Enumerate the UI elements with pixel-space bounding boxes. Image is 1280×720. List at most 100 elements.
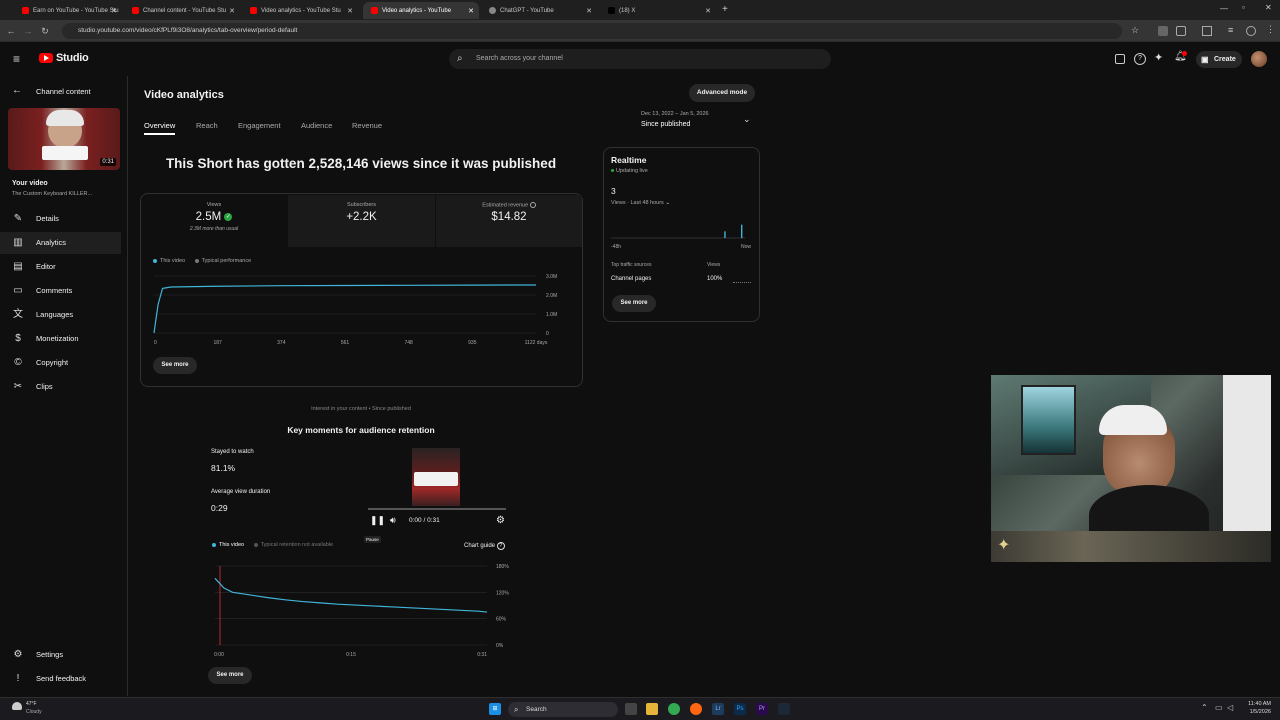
browser-tab[interactable]: Channel content - YouTube Stu ✕ [124, 2, 240, 19]
tab-engagement[interactable]: Engagement [238, 121, 281, 130]
video-thumbnail[interactable]: 0:31 [8, 108, 120, 170]
hamburger-menu-icon[interactable]: ≡ [13, 52, 20, 66]
tray-chevron-up-icon[interactable]: ⌃ [1201, 703, 1208, 712]
tab-overview[interactable]: Overview [144, 121, 175, 130]
help-icon[interactable]: ? [1134, 53, 1146, 65]
weather-condition[interactable]: Cloudy [26, 709, 42, 715]
browser-tab-bar: Earn on YouTube - YouTube Stu ✕ Channel c… [0, 0, 1280, 20]
sidebar-item-analytics[interactable]: ▥ Analytics [0, 232, 121, 254]
see-more-realtime-button[interactable]: See more [612, 295, 656, 312]
maximize-icon[interactable]: ▫ [1242, 3, 1245, 12]
tab-label: Channel content - YouTube Stu [143, 7, 227, 14]
channel-search-input[interactable]: ⌕ Search across your channel [449, 49, 831, 69]
close-tab-icon[interactable]: ✕ [468, 7, 474, 15]
clock-date[interactable]: 1/5/2026 [1241, 709, 1271, 715]
sidebar-item-details[interactable]: ✎ Details [0, 208, 121, 230]
browser-tab[interactable]: Earn on YouTube - YouTube Stu ✕ [14, 2, 122, 19]
create-button[interactable]: ▣ Create [1196, 51, 1242, 68]
reload-icon[interactable]: ↻ [38, 24, 52, 38]
avg-duration-label: Average view duration [211, 489, 271, 495]
see-more-views-button[interactable]: See more [153, 357, 197, 374]
player-progress-bar[interactable] [368, 508, 506, 510]
pause-icon[interactable]: ❚❚ [370, 515, 385, 526]
browser-tab[interactable]: Video analytics - YouTube Stu ✕ [242, 2, 358, 19]
views-metric[interactable]: Views 2.5M ✓ 2.3M more than usual [141, 195, 287, 247]
taskbar-search-box[interactable]: ⌕ Search [508, 702, 618, 717]
weather-cloud-icon[interactable] [12, 702, 22, 710]
metric-value: 2.5M [195, 211, 222, 223]
photoshop-icon[interactable]: Ps [734, 703, 746, 715]
new-tab-icon[interactable]: + [722, 4, 728, 15]
back-arrow-icon[interactable]: ← [12, 85, 22, 96]
short-preview-video[interactable] [412, 448, 460, 506]
browser-tab-active[interactable]: Video analytics - YouTube ✕ [363, 2, 479, 19]
tab-revenue[interactable]: Revenue [352, 121, 382, 130]
volume-icon[interactable]: 🔊︎ [390, 515, 396, 526]
extension-icon[interactable] [1158, 26, 1168, 36]
downloads-icon[interactable]: ≡ [1228, 25, 1233, 35]
player-settings-gear-icon[interactable]: ⚙ [496, 515, 505, 526]
close-tab-icon[interactable]: ✕ [705, 7, 711, 15]
browser-tab[interactable]: ChatGPT - YouTube ✕ [481, 2, 597, 19]
tab-audience[interactable]: Audience [301, 121, 332, 130]
close-window-icon[interactable]: ✕ [1265, 3, 1272, 12]
back-to-channel-content[interactable]: Channel content [36, 87, 91, 96]
close-tab-icon[interactable]: ✕ [111, 7, 117, 15]
tab-label: Earn on YouTube - YouTube Stu [33, 7, 119, 14]
clock-time[interactable]: 11:40 AM [1241, 701, 1271, 707]
volume-icon[interactable]: ◁ [1227, 703, 1233, 712]
studio-logo-text[interactable]: Studio [56, 52, 89, 64]
sidebar-item-languages[interactable]: 文 Languages [0, 304, 121, 326]
address-bar[interactable]: studio.youtube.com/video/cKfPLf9i3O8/ana… [62, 23, 1122, 39]
steam-icon[interactable] [778, 703, 790, 715]
sidebar-item-clips[interactable]: ✂ Clips [0, 376, 121, 398]
taskbar-search-label: Search [526, 706, 547, 713]
back-icon[interactable]: ← [4, 24, 18, 38]
task-view-icon[interactable] [625, 703, 637, 715]
search-icon: ⌕ [457, 53, 463, 64]
minimize-icon[interactable]: — [1220, 4, 1228, 13]
forward-icon[interactable]: → [21, 24, 35, 38]
avatar[interactable] [1251, 51, 1267, 67]
chevron-down-icon[interactable]: ⌄ [743, 114, 751, 125]
sidebar-item-feedback[interactable]: ! Send feedback [0, 668, 121, 690]
premiere-icon[interactable]: Pr [756, 703, 768, 715]
sidebar-item-settings[interactable]: ⚙ Settings [0, 644, 121, 666]
close-tab-icon[interactable]: ✕ [586, 7, 592, 15]
youtube-logo-icon[interactable] [39, 53, 53, 63]
sidebar-item-editor[interactable]: ▤ Editor [0, 256, 121, 278]
subscribers-metric[interactable]: Subscribers +2.2K [288, 195, 435, 247]
bookmark-star-icon[interactable]: ☆ [1131, 25, 1139, 36]
windows-start-icon[interactable]: ⊞ [489, 703, 501, 715]
date-range[interactable]: Dec 13, 2022 – Jan 5, 2026 [641, 111, 709, 117]
extensions-puzzle-icon[interactable] [1176, 26, 1186, 36]
close-tab-icon[interactable]: ✕ [229, 7, 235, 15]
creator-music-icon[interactable] [1115, 54, 1125, 64]
see-more-retention-button[interactable]: See more [208, 667, 252, 684]
firefox-icon[interactable] [690, 703, 702, 715]
split-view-icon[interactable] [1202, 26, 1212, 36]
lightroom-icon[interactable]: Lr [712, 703, 724, 715]
languages-icon: 文 [13, 309, 23, 320]
revenue-metric[interactable]: Estimated revenue $14.82 [436, 195, 582, 247]
weather-temp[interactable]: 47°F [26, 701, 37, 707]
browser-tab[interactable]: (18) X ✕ [600, 2, 716, 19]
chrome-icon[interactable] [668, 703, 680, 715]
browser-menu-icon[interactable]: ⋮ [1266, 24, 1275, 35]
network-icon[interactable]: ▭ [1215, 703, 1223, 712]
chart-guide-link[interactable]: Chart guide ? [464, 542, 505, 550]
feedback-icon: ! [16, 673, 20, 684]
file-explorer-icon[interactable] [646, 703, 658, 715]
sidebar-item-comments[interactable]: ▭ Comments [0, 280, 121, 302]
sidebar: ← Channel content 0:31 Your video The Cu… [0, 76, 128, 696]
realtime-views-label[interactable]: Views · Last 48 hours ⌄ [611, 200, 670, 206]
sidebar-item-monetization[interactable]: $ Monetization [0, 328, 121, 350]
tab-reach[interactable]: Reach [196, 121, 218, 130]
close-tab-icon[interactable]: ✕ [347, 7, 353, 15]
profile-icon[interactable] [1246, 26, 1256, 36]
advanced-mode-button[interactable]: Advanced mode [689, 84, 755, 102]
sidebar-item-copyright[interactable]: © Copyright [0, 352, 121, 374]
sparkle-icon[interactable]: ✦ [1154, 51, 1163, 64]
date-period-label[interactable]: Since published [641, 121, 690, 128]
stayed-value: 81.1% [211, 463, 236, 473]
